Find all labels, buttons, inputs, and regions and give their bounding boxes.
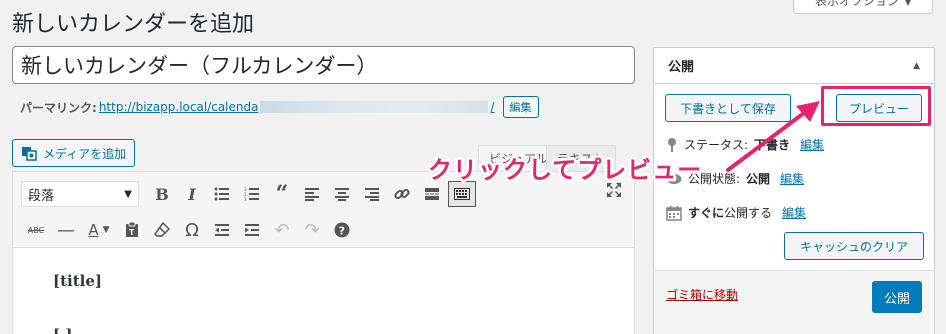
format-select-value: 段落	[28, 188, 55, 204]
permalink-redacted	[260, 101, 489, 113]
add-media-label: メディアを追加	[43, 146, 127, 161]
annotation-arrow-icon	[726, 101, 820, 172]
media-icon	[22, 147, 37, 161]
permalink-url-link[interactable]: http://bizapp.local/calenda	[99, 100, 259, 114]
permalink-label: パーマリンク:	[20, 100, 97, 115]
numbered-list-icon[interactable]: 123	[237, 180, 267, 208]
undo-icon[interactable]: ↶	[267, 216, 297, 244]
align-center-icon[interactable]	[327, 180, 357, 208]
redo-icon[interactable]: ↷	[297, 216, 327, 244]
schedule-suffix: 公開する	[724, 206, 773, 220]
italic-icon[interactable]: I	[177, 180, 207, 208]
indent-icon[interactable]	[237, 216, 267, 244]
toolbar-row-2: ABC — A ▼ T Ω ↶ ↷ ?	[21, 216, 357, 244]
preview-highlight-box	[821, 86, 931, 126]
permalink-row: パーマリンク: http://bizapp.local/calenda / 編集	[20, 96, 539, 118]
permalink-suffix[interactable]: /	[490, 100, 494, 114]
clear-formatting-icon[interactable]	[147, 216, 177, 244]
publish-actions: ゴミ箱に移動 公開	[654, 270, 934, 334]
svg-text:T: T	[129, 228, 135, 237]
publish-button[interactable]: 公開	[872, 281, 922, 313]
permalink-edit-button[interactable]: 編集	[502, 96, 539, 118]
text-color-icon[interactable]: A ▼	[81, 216, 117, 244]
screen-options-label: 表示オプション	[814, 0, 899, 8]
bullet-list-icon[interactable]	[207, 180, 237, 208]
screen-options-button[interactable]: 表示オプション ▾	[793, 0, 933, 14]
content-editor: 段落 ▼ B I 123 “ ABC — A ▼ T Ω ↶ ↷ ? [titl…	[12, 171, 635, 334]
link-icon[interactable]	[387, 180, 417, 208]
svg-text:3: 3	[244, 197, 247, 201]
bold-icon[interactable]: B	[147, 180, 177, 208]
strikethrough-icon[interactable]: ABC	[21, 216, 51, 244]
caret-down-icon: ▼	[124, 188, 132, 200]
horizontal-line-icon[interactable]: —	[51, 216, 81, 244]
page-title: 新しいカレンダーを追加	[12, 12, 255, 37]
collapse-arrow-icon[interactable]: ▲	[913, 61, 920, 71]
calendar-icon	[666, 205, 682, 221]
special-character-icon[interactable]: Ω	[177, 216, 207, 244]
editor-content-line-2[interactable]: [ ]	[53, 326, 72, 334]
svg-text:?: ?	[339, 225, 345, 238]
annotation-text: クリックしてプレビュー	[428, 156, 703, 184]
schedule-edit-link[interactable]: 編集	[782, 204, 806, 221]
outdent-icon[interactable]	[207, 216, 237, 244]
schedule-prefix: すぐに	[688, 206, 725, 220]
fullscreen-icon[interactable]	[606, 182, 622, 202]
paste-text-icon[interactable]: T	[117, 216, 147, 244]
move-to-trash-link[interactable]: ゴミ箱に移動	[666, 286, 738, 303]
blockquote-icon[interactable]: “	[267, 180, 297, 208]
clear-cache-button[interactable]: キャッシュのクリア	[784, 232, 924, 260]
align-right-icon[interactable]	[357, 180, 387, 208]
caret-down-icon: ▾	[904, 0, 912, 9]
format-select[interactable]: 段落 ▼	[21, 181, 139, 207]
schedule-row: すぐに 公開する 編集	[666, 204, 806, 221]
align-left-icon[interactable]	[297, 180, 327, 208]
publish-box-title: 公開	[668, 60, 695, 75]
editor-content-line-1[interactable]: [title]	[53, 272, 102, 290]
post-title-input[interactable]	[12, 46, 635, 84]
help-icon[interactable]: ?	[327, 216, 357, 244]
add-media-button[interactable]: メディアを追加	[12, 139, 136, 167]
publish-box-header[interactable]: 公開 ▲	[654, 48, 934, 84]
toolbar-row-1: 段落 ▼ B I 123 “	[21, 180, 477, 208]
